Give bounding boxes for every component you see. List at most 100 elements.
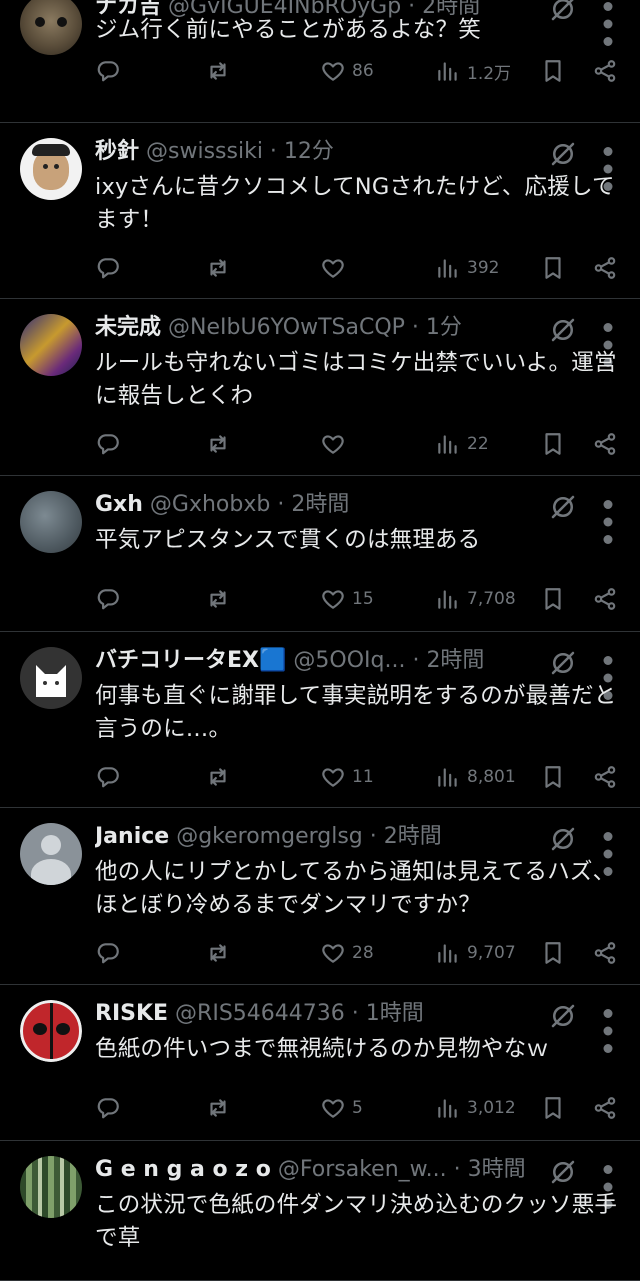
reply-button[interactable]	[95, 253, 121, 283]
bookmark-button[interactable]	[540, 429, 566, 459]
user-handle[interactable]: @RIS54644736	[175, 1001, 345, 1026]
user-handle[interactable]: @gkeromgerglsg	[176, 824, 363, 849]
views-button[interactable]: 22	[435, 429, 489, 459]
grok-icon[interactable]	[548, 492, 578, 522]
views-button[interactable]: 7,708	[435, 584, 516, 614]
share-button[interactable]	[592, 762, 618, 792]
like-button[interactable]: 86	[320, 56, 374, 86]
user-handle[interactable]: @Gxhobxb	[150, 492, 270, 517]
like-button[interactable]: 15	[320, 584, 374, 614]
views-button[interactable]: 8,801	[435, 762, 516, 792]
avatar[interactable]	[20, 138, 82, 200]
reply-button[interactable]	[95, 762, 121, 792]
share-button[interactable]	[592, 1093, 618, 1123]
bookmark-button[interactable]	[540, 1093, 566, 1123]
display-name[interactable]: Janice	[95, 824, 169, 849]
grok-icon[interactable]	[548, 315, 578, 345]
retweet-button[interactable]	[205, 56, 231, 86]
like-button[interactable]	[320, 429, 346, 459]
grok-icon[interactable]	[548, 1001, 578, 1031]
bookmark-button[interactable]	[540, 584, 566, 614]
grok-icon[interactable]	[548, 648, 578, 678]
user-handle[interactable]: @5OOIq...	[293, 648, 405, 673]
display-name[interactable]: G e n g a o z o	[95, 1157, 271, 1182]
tweet[interactable]: RISKE @RIS54644736 · 1時間色紙の件いつまで無視続けるのか見…	[0, 985, 640, 1141]
share-button[interactable]	[592, 429, 618, 459]
timestamp[interactable]: 2時間	[384, 824, 442, 849]
grok-icon[interactable]	[548, 824, 578, 854]
tweet[interactable]: Gxh @Gxhobxb · 2時間 平気アピスタンスで貫くのは無理ある 15 7,7…	[0, 476, 640, 632]
grok-icon[interactable]	[548, 1157, 578, 1187]
views-button[interactable]: 392	[435, 253, 499, 283]
like-button[interactable]: 5	[320, 1093, 363, 1123]
timestamp[interactable]: 1時間	[366, 1001, 424, 1026]
display-name[interactable]: 未完成	[95, 315, 161, 340]
timestamp[interactable]: 2時間	[291, 492, 349, 517]
more-icon[interactable]	[598, 492, 618, 544]
more-icon[interactable]	[598, 315, 618, 367]
like-button[interactable]	[320, 253, 346, 283]
reply-button[interactable]	[95, 429, 121, 459]
timestamp[interactable]: 1分	[426, 315, 462, 340]
tweet[interactable]: 秒針 @swisssiki · 12分 ixyさんに昔クソコメしてNGされたけど、…	[0, 123, 640, 299]
tweet[interactable]: 未完成 @NeIbU6YOwTSaCQP · 1分 ルールも守れないゴミはコミケ出…	[0, 299, 640, 476]
share-button[interactable]	[592, 938, 618, 968]
tweet-text: 色紙の件いつまで無視続けるのか見物やなｗ	[95, 1036, 550, 1062]
like-button[interactable]: 28	[320, 938, 374, 968]
reply-button[interactable]	[95, 938, 121, 968]
display-name[interactable]: RISKE	[95, 1001, 168, 1026]
tweet[interactable]: Janice @gkeromgerglsg · 2時間 他の人にリプとかしてるから…	[0, 808, 640, 985]
views-count: 22	[467, 434, 489, 454]
avatar[interactable]	[20, 1000, 82, 1062]
retweet-button[interactable]	[205, 253, 231, 283]
retweet-button[interactable]	[205, 762, 231, 792]
retweet-button[interactable]	[205, 584, 231, 614]
bookmark-button[interactable]	[540, 762, 566, 792]
timestamp[interactable]: 2時間	[426, 648, 484, 673]
more-icon[interactable]	[598, 139, 618, 191]
display-name[interactable]: 秒針	[95, 139, 139, 164]
tweet[interactable]: ナカ吉 @GvIGUE4INbROyGp · 2時間 ジム行く前にやることがあるよ…	[0, 0, 640, 123]
views-button[interactable]: 1.2万	[435, 56, 511, 86]
retweet-button[interactable]	[205, 1093, 231, 1123]
separator-dot: ·	[446, 1157, 468, 1182]
avatar[interactable]	[20, 1156, 82, 1218]
share-button[interactable]	[592, 253, 618, 283]
share-button[interactable]	[592, 584, 618, 614]
display-name[interactable]: Gxh	[95, 492, 143, 517]
timestamp[interactable]: 12分	[284, 139, 334, 164]
more-icon[interactable]	[598, 1157, 618, 1209]
views-button[interactable]: 9,707	[435, 938, 516, 968]
tweet[interactable]: バチコリータEX🟦 @5OOIq... · 2時間 何事も直ぐに謝罪して事実説明を…	[0, 632, 640, 808]
avatar[interactable]	[20, 823, 82, 885]
like-button[interactable]: 11	[320, 762, 374, 792]
separator-dot: ·	[344, 1001, 366, 1026]
views-button[interactable]: 3,012	[435, 1093, 516, 1123]
avatar[interactable]	[20, 647, 82, 709]
avatar[interactable]	[20, 314, 82, 376]
retweet-button[interactable]	[205, 938, 231, 968]
timestamp[interactable]: 3時間	[468, 1157, 526, 1182]
user-handle[interactable]: @NeIbU6YOwTSaCQP	[168, 315, 405, 340]
grok-icon[interactable]	[548, 139, 578, 169]
avatar[interactable]	[20, 0, 82, 55]
bookmark-button[interactable]	[540, 56, 566, 86]
reply-button[interactable]	[95, 1093, 121, 1123]
like-icon	[320, 764, 346, 790]
bookmark-button[interactable]	[540, 938, 566, 968]
share-icon	[592, 586, 618, 612]
avatar[interactable]	[20, 491, 82, 553]
more-icon[interactable]	[598, 824, 618, 876]
reply-button[interactable]	[95, 56, 121, 86]
user-handle[interactable]: @swisssiki	[146, 139, 263, 164]
share-button[interactable]	[592, 56, 618, 86]
display-name[interactable]: バチコリータEX🟦	[95, 648, 286, 673]
more-icon[interactable]	[598, 648, 618, 700]
bookmark-button[interactable]	[540, 253, 566, 283]
user-handle[interactable]: @Forsaken_w...	[278, 1157, 447, 1182]
retweet-button[interactable]	[205, 429, 231, 459]
reply-button[interactable]	[95, 584, 121, 614]
more-icon[interactable]	[598, 1001, 618, 1053]
tweet[interactable]: G e n g a o z o @Forsaken_w... · 3時間 この状況…	[0, 1141, 640, 1281]
